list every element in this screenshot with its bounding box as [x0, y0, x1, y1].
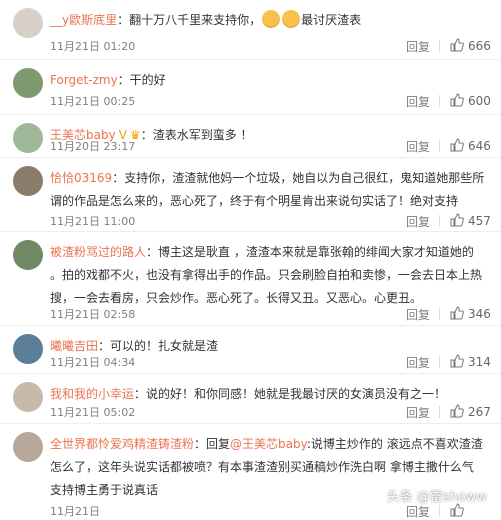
comment-text: ：回复 [194, 437, 231, 451]
emoji-icon [282, 10, 301, 28]
comment-content: Forget-zmy：干的好 [50, 69, 487, 92]
like-button[interactable]: 267 [450, 404, 491, 419]
thumbs-up-icon [450, 306, 464, 320]
like-button[interactable]: 666 [450, 38, 491, 53]
comment-username[interactable]: __y歐斯底里 [50, 13, 117, 27]
divider [439, 95, 440, 107]
thumbs-up-icon [450, 38, 464, 52]
reply-button[interactable]: 回复 [406, 306, 430, 323]
like-count: 314 [468, 355, 491, 369]
comment-username[interactable]: Forget-zmy [50, 73, 118, 87]
thumbs-up-icon [450, 93, 464, 107]
reply-button[interactable]: 回复 [406, 93, 430, 110]
like-count: 646 [468, 139, 491, 153]
thumbs-up-icon [450, 354, 464, 368]
avatar[interactable] [13, 8, 43, 38]
like-button[interactable]: 314 [450, 354, 491, 369]
like-count: 457 [468, 214, 491, 228]
avatar[interactable] [13, 432, 43, 462]
divider [439, 40, 440, 52]
thumbs-up-icon [450, 503, 464, 517]
thumbs-up-icon [450, 138, 464, 152]
like-count: 600 [468, 94, 491, 108]
comment-content: 我和我的小幸运：说的好！和你同感！她就是我最讨厌的女演员没有之一！ [50, 383, 487, 406]
like-button[interactable] [450, 503, 468, 518]
like-button[interactable]: 600 [450, 93, 491, 108]
comment-content: __y歐斯底里：翻十万八千里来支持你， 最讨厌渣表 [50, 9, 487, 32]
like-count: 346 [468, 307, 491, 321]
comment-time: 11月21日 02:58 [50, 308, 136, 321]
comment-text: ：可以的！扎女就是渣 [98, 339, 219, 353]
comment-item: 我和我的小幸运：说的好！和你同感！她就是我最讨厌的女演员没有之一！ 11月21日… [0, 374, 501, 424]
thumbs-up-icon [450, 213, 464, 227]
reply-button[interactable]: 回复 [406, 404, 430, 421]
mention-link[interactable]: @王美芯baby [230, 437, 307, 451]
like-count: 666 [468, 39, 491, 53]
comment-item: 被渣粉骂过的路人：博主这是耿直 ，渣渣本来就是靠张翰的绯闻大家才知道她的 。拍的… [0, 232, 501, 326]
reply-button[interactable]: 回复 [406, 354, 430, 371]
comment-item: 王美芯baby V ♛：渣表水军到蛮多 ！ 11月20日 23:17 回复 646 [0, 115, 501, 158]
comment-text: 最讨厌渣表 [301, 13, 362, 27]
reply-button[interactable]: 回复 [406, 503, 430, 520]
comment-username[interactable]: 我和我的小幸运 [50, 387, 134, 401]
comment-time: 11月21日 [50, 505, 100, 518]
comment-time: 11月21日 01:20 [50, 40, 136, 53]
divider [439, 505, 440, 517]
comment-content: 被渣粉骂过的路人：博主这是耿直 ，渣渣本来就是靠张翰的绯闻大家才知道她的 。拍的… [50, 241, 487, 310]
like-count: 267 [468, 405, 491, 419]
emoji-icon [262, 10, 281, 28]
divider [439, 140, 440, 152]
comment-time: 11月21日 05:02 [50, 406, 136, 419]
comment-username[interactable]: 全世界都怜爱鸡精渣铸渣粉 [50, 437, 194, 451]
divider [439, 308, 440, 320]
like-button[interactable]: 646 [450, 138, 491, 153]
comment-text: ：说的好！和你同感！她就是我最讨厌的女演员没有之一！ [134, 387, 447, 401]
reply-button[interactable]: 回复 [406, 138, 430, 155]
comment-username[interactable]: 恰恰03169 [50, 171, 112, 185]
avatar[interactable] [13, 334, 43, 364]
watermark: 头条 @雷showw [386, 490, 487, 505]
avatar[interactable] [13, 240, 43, 270]
comment-content: 恰恰03169：支持你，渣渣就他妈一个垃圾，她自以为自己很红，鬼知道她那些所谓的… [50, 167, 487, 213]
comment-username[interactable]: 被渣粉骂过的路人 [50, 245, 146, 259]
avatar[interactable] [13, 166, 43, 196]
reply-button[interactable]: 回复 [406, 213, 430, 230]
comment-item: Forget-zmy：干的好 11月21日 00:25 回复 600 [0, 60, 501, 115]
comment-time: 11月21日 04:34 [50, 356, 136, 369]
avatar[interactable] [13, 68, 43, 98]
like-button[interactable]: 457 [450, 213, 491, 228]
comment-item: __y歐斯底里：翻十万八千里来支持你， 最讨厌渣表 11月21日 01:20 回复… [0, 0, 501, 60]
divider [439, 356, 440, 368]
reply-button[interactable]: 回复 [406, 38, 430, 55]
comment-text: ：翻十万八千里来支持你， [117, 13, 262, 27]
comment-text: ：干的好 [117, 73, 166, 87]
comment-username[interactable]: 曦曦吉田 [50, 339, 98, 353]
comment-time: 11月21日 11:00 [50, 215, 136, 228]
comment-text: ：支持你，渣渣就他妈一个垃圾，她自以为自己很红，鬼知道她那些所谓的作品是怎么来的… [50, 171, 485, 208]
comment-item: 恰恰03169：支持你，渣渣就他妈一个垃圾，她自以为自己很红，鬼知道她那些所谓的… [0, 158, 501, 232]
comment-time: 11月21日 00:25 [50, 95, 136, 108]
avatar[interactable] [13, 382, 43, 412]
like-button[interactable]: 346 [450, 306, 491, 321]
comment-text: ：渣表水军到蛮多 ！ [140, 128, 253, 142]
thumbs-up-icon [450, 404, 464, 418]
comment-item: 曦曦吉田：可以的！扎女就是渣 11月21日 04:34 回复 314 [0, 326, 501, 374]
avatar[interactable] [13, 123, 43, 153]
comment-time: 11月20日 23:17 [50, 140, 136, 153]
divider [439, 406, 440, 418]
divider [439, 215, 440, 227]
